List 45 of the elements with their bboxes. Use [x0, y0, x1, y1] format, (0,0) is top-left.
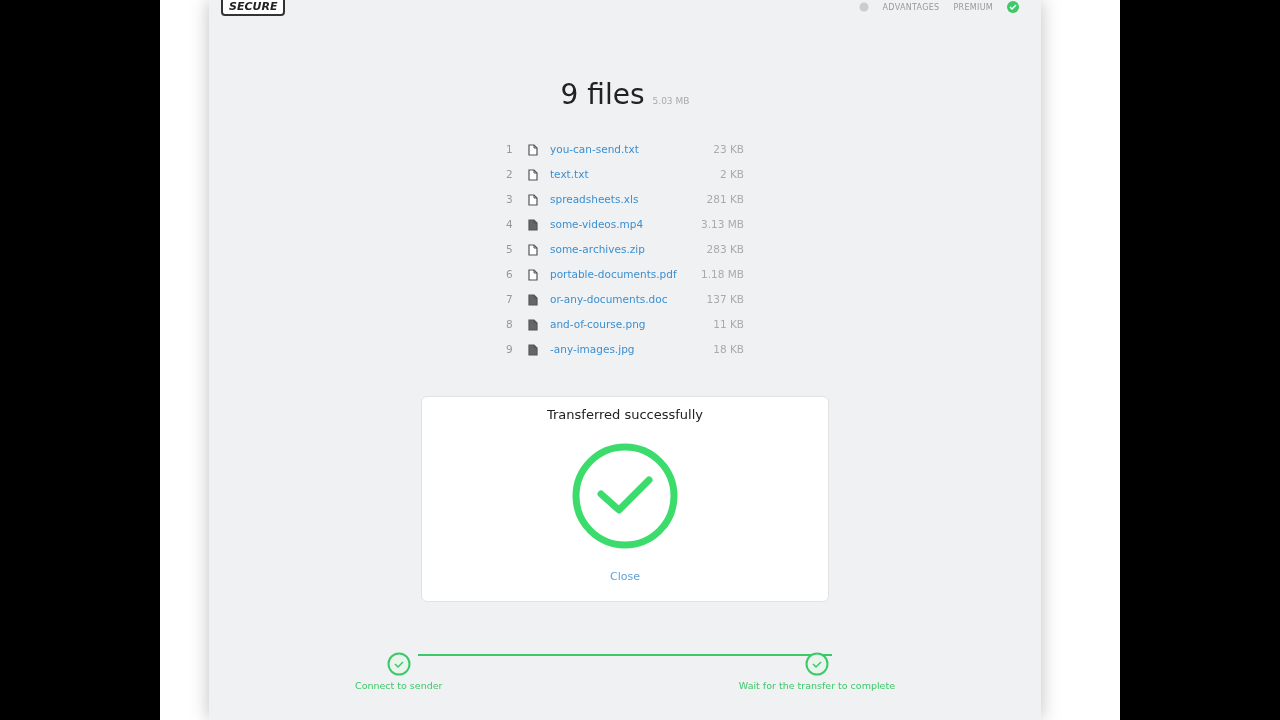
file-icon — [528, 143, 538, 156]
nav-link[interactable]: ADVANTAGES — [882, 2, 940, 12]
file-size: 23 KB — [712, 142, 744, 157]
file-link[interactable]: spreadsheets.xls — [550, 191, 690, 208]
close-link[interactable]: Close — [610, 570, 640, 583]
row-number: 2 — [506, 167, 514, 182]
file-size: 281 KB — [705, 192, 744, 207]
row-number: 1 — [506, 142, 514, 157]
file-icon — [528, 343, 538, 356]
row-number: 3 — [506, 192, 514, 207]
file-link[interactable]: portable-documents.pdf — [550, 266, 690, 283]
row-number: 7 — [506, 292, 514, 307]
file-link[interactable]: or-any-documents.doc — [550, 291, 690, 308]
file-link[interactable]: -any-images.jpg — [550, 341, 690, 358]
file-size: 2 KB — [718, 167, 744, 182]
file-link[interactable]: you-can-send.txt — [550, 141, 690, 158]
file-icon — [528, 168, 538, 181]
total-size: 5.03 MB — [652, 96, 690, 106]
file-size: 18 KB — [712, 342, 744, 357]
file-icon — [528, 218, 538, 231]
row-number: 4 — [506, 217, 514, 232]
dialog-title: Transferred successfully — [546, 407, 704, 422]
file-size: 3.13 MB — [700, 217, 744, 232]
file-icon — [528, 268, 538, 281]
logo: SECURE — [221, 0, 286, 16]
row-number: 5 — [506, 242, 514, 257]
file-link[interactable]: some-archives.zip — [550, 241, 690, 258]
row-number: 8 — [506, 317, 514, 332]
file-icon — [528, 318, 538, 331]
file-icon — [528, 243, 538, 256]
file-size: 137 KB — [705, 292, 744, 307]
file-size: 1.18 MB — [700, 267, 744, 282]
nav-link[interactable]: PREMIUM — [953, 2, 993, 12]
step-label: Wait for the transfer to complete — [738, 680, 895, 691]
file-link[interactable]: some-videos.mp4 — [550, 216, 690, 233]
step-label: Connect to sender — [355, 680, 443, 691]
file-link[interactable]: and-of-course.png — [550, 316, 690, 333]
file-icon — [528, 293, 538, 306]
file-link[interactable]: text.txt — [550, 166, 690, 183]
row-number: 6 — [506, 267, 514, 282]
files-title: 9 files — [560, 78, 645, 111]
row-number: 9 — [506, 342, 514, 357]
file-size: 11 KB — [712, 317, 744, 332]
file-size: 283 KB — [705, 242, 744, 257]
file-icon — [528, 193, 538, 206]
